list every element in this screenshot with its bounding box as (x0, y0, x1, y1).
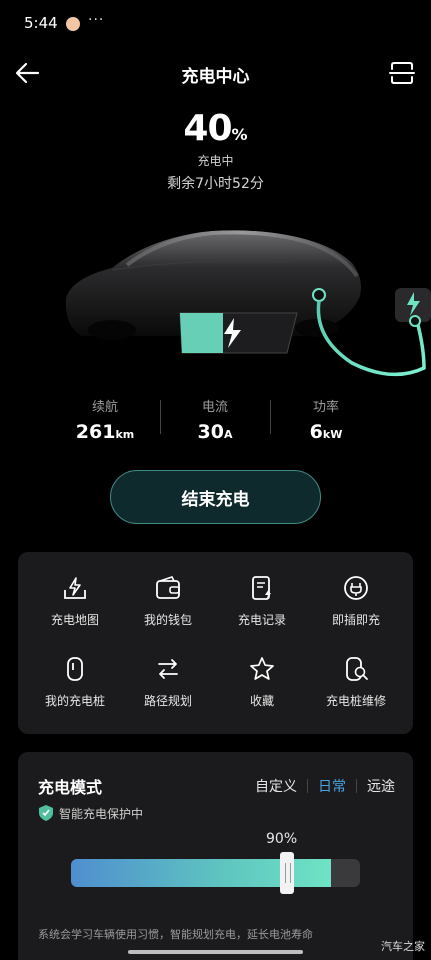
menu-item-route-planning[interactable]: 路径规划 (119, 655, 217, 725)
battery-percent-value: 40 (183, 108, 232, 149)
tab-daily[interactable]: 日常 (318, 776, 346, 796)
menu-label-pile-repair: 充电桩维修 (325, 694, 386, 708)
notification-avatar-icon (66, 17, 80, 31)
function-menu-card: 充电地图 我的钱包 充电记录 即插即充 我的充电桩 路径规划 收藏 充电桩维修 (18, 552, 413, 734)
tab-long-trip[interactable]: 远途 (367, 776, 395, 796)
menu-label-wallet: 我的钱包 (143, 613, 192, 627)
stat-power: 功率 6kW (271, 396, 381, 443)
stat-range: 续航 261km (50, 396, 160, 443)
menu-label-charging-map: 充电地图 (50, 613, 99, 627)
wallet-icon (156, 576, 180, 599)
stat-power-value: 6 (309, 421, 323, 443)
stat-current-unit: A (223, 428, 233, 441)
watermark: 汽车之家 (381, 940, 425, 953)
stat-power-unit: kW (322, 428, 343, 441)
stats-row: 续航 261km 电流 30A 功率 6kW (0, 396, 431, 444)
tab-custom[interactable]: 自定义 (255, 776, 297, 796)
shield-icon (39, 805, 53, 821)
charging-map-icon (64, 577, 86, 599)
menu-item-favorites[interactable]: 收藏 (213, 655, 311, 725)
charging-mode-card: 充电模式 自定义 日常 远途 智能充电保护中 90% 系统会学习车辆使用习惯，智能规… (18, 752, 413, 960)
menu-item-my-charging-pile[interactable]: 我的充电桩 (26, 655, 124, 725)
charging-mode-description: 系统会学习车辆使用习惯，智能规划充电，延长电池寿命 (38, 928, 313, 941)
gesture-navigation-bar (128, 950, 303, 954)
charging-status: 充电中 (197, 154, 234, 168)
stat-current-label: 电流 (201, 400, 228, 415)
scan-icon[interactable] (389, 60, 415, 86)
charging-mode-title: 充电模式 (38, 778, 103, 797)
charge-limit-slider-thumb[interactable] (280, 852, 294, 894)
menu-item-plug-and-charge[interactable]: 即插即充 (307, 574, 405, 644)
end-charging-button[interactable]: 结束充电 (110, 470, 321, 524)
menu-item-charging-record[interactable]: 充电记录 (213, 574, 311, 644)
menu-item-charging-map[interactable]: 充电地图 (26, 574, 124, 644)
stat-range-value: 261 (75, 421, 116, 443)
stat-power-label: 功率 (312, 400, 339, 415)
status-bar: 5:44 ··· (0, 0, 431, 48)
status-time: 5:44 (24, 14, 58, 32)
charging-pile-icon (67, 657, 83, 681)
pile-repair-icon (346, 657, 368, 681)
menu-item-wallet[interactable]: 我的钱包 (119, 574, 217, 644)
star-icon (250, 657, 274, 680)
remaining-time: 剩余7小时52分 (167, 176, 264, 192)
menu-label-my-charging-pile: 我的充电桩 (44, 694, 105, 708)
battery-percentage: 40% (0, 108, 431, 149)
stat-range-label: 续航 (91, 400, 118, 415)
charge-limit-value: 90% (266, 831, 298, 847)
menu-label-charging-record: 充电记录 (237, 613, 286, 627)
charge-limit-slider[interactable] (71, 859, 360, 887)
charging-record-icon (252, 576, 271, 600)
battery-percent-unit: % (231, 125, 248, 144)
car-charging-illustration (65, 230, 431, 377)
stat-current: 电流 30A (160, 396, 270, 443)
more-notifications-icon: ··· (88, 12, 105, 28)
menu-label-route-planning: 路径规划 (143, 694, 192, 708)
smart-protection-status: 智能充电保护中 (59, 807, 144, 821)
tab-divider (307, 779, 308, 793)
menu-label-favorites: 收藏 (249, 694, 274, 708)
menu-item-pile-repair[interactable]: 充电桩维修 (307, 655, 405, 725)
tab-divider (356, 779, 357, 793)
stat-current-value: 30 (197, 421, 224, 443)
header: 充电中心 (0, 48, 431, 98)
charging-mode-tabs: 自定义 日常 远途 (255, 776, 395, 796)
menu-label-plug-and-charge: 即插即充 (331, 613, 380, 627)
page-title: 充电中心 (181, 67, 250, 87)
stat-range-unit: km (115, 428, 135, 441)
plug-and-charge-icon (344, 576, 368, 600)
route-planning-icon (158, 659, 178, 679)
